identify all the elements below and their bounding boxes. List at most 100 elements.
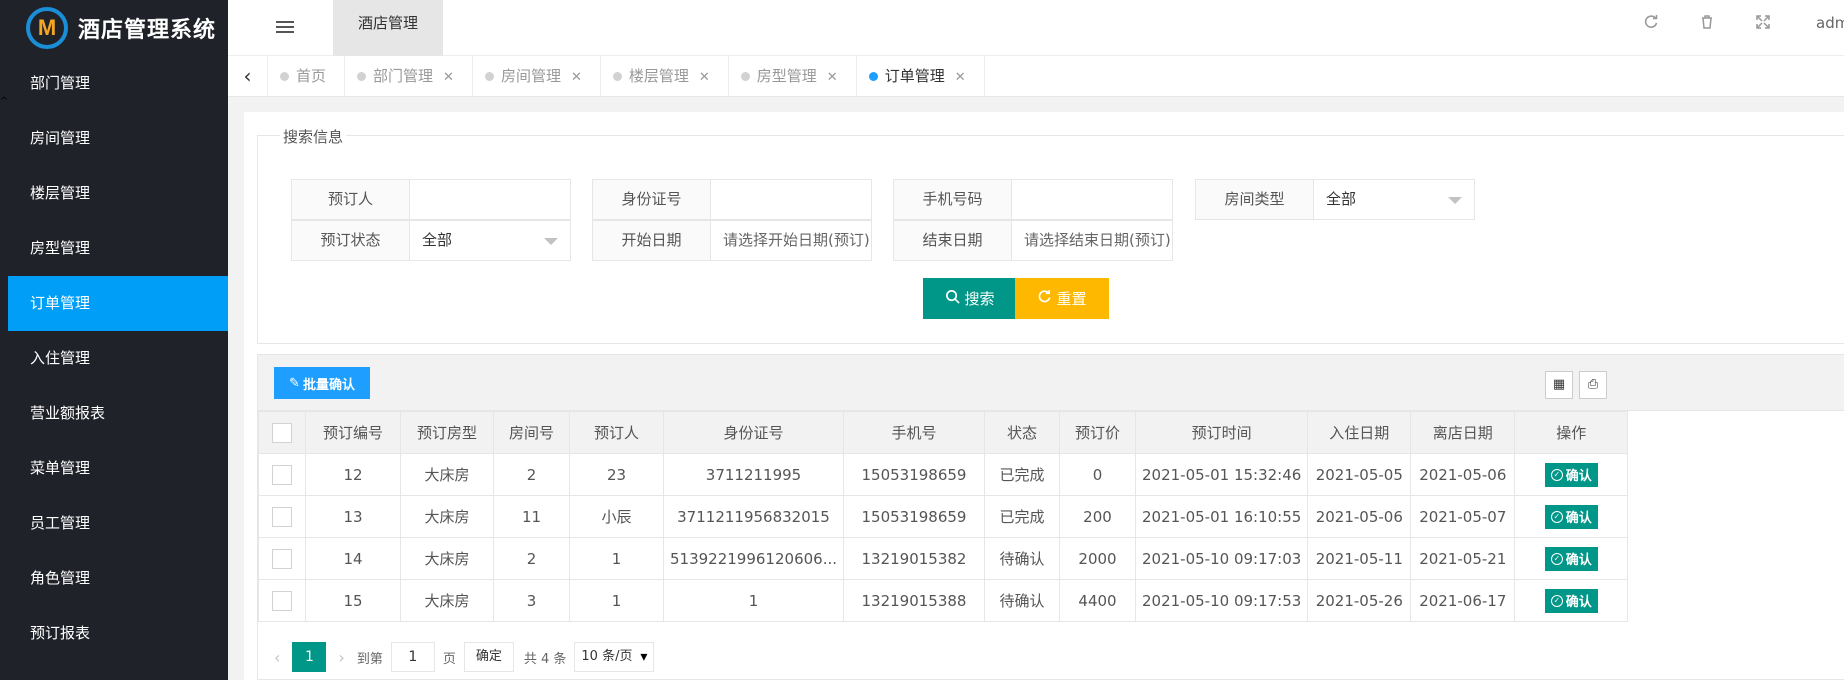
sidebar-item[interactable]: 房型管理 [8, 221, 228, 276]
table-row[interactable]: 15 大床房 3 1 1 13219015388 待确认 4400 2021-05-10 09:… [258, 579, 1629, 622]
table-cell: 2000 [1059, 537, 1136, 580]
id-card-label: 身份证号 [593, 180, 711, 219]
close-icon[interactable]: ✕ [955, 70, 966, 85]
confirm-order-button[interactable]: ✓ 确认 [1544, 546, 1598, 571]
status-field: 预订状态 全部 [291, 220, 571, 261]
phone-label: 手机号码 [894, 180, 1012, 219]
tab[interactable]: 首页 [268, 56, 346, 96]
phone-input[interactable] [1012, 180, 1172, 219]
col-header[interactable]: 手机号 [843, 411, 985, 454]
sidebar-item[interactable]: 菜单管理 [8, 441, 228, 496]
app-logo[interactable]: M 酒店管理系统 [8, 0, 228, 56]
col-header[interactable]: 预订编号 [305, 411, 401, 454]
goto-page-input[interactable]: 1 [390, 642, 435, 672]
close-icon[interactable]: ✕ [827, 70, 838, 85]
start-date-label: 开始日期 [593, 221, 711, 260]
tab[interactable]: 订单管理 ✕ [857, 56, 985, 96]
search-button[interactable]: 搜索 [923, 278, 1017, 319]
end-date-input[interactable]: 请选择结束日期(预订) [1012, 221, 1172, 260]
next-page-icon[interactable]: › [338, 648, 344, 667]
row-checkbox[interactable] [272, 590, 292, 611]
col-header[interactable]: 离店日期 [1410, 411, 1516, 454]
col-header[interactable]: 预订价 [1059, 411, 1136, 454]
user-name[interactable]: adm [1816, 14, 1844, 32]
sidebar-item[interactable]: 订单管理 [8, 276, 228, 331]
sidebar-item[interactable]: 角色管理 [8, 551, 228, 606]
row-checkbox[interactable] [272, 464, 292, 485]
menu-toggle-icon[interactable] [276, 18, 294, 36]
logo-icon: M [26, 7, 68, 49]
table-row[interactable]: 12 大床房 2 23 3711211995 15053198659 已完成 0 2021-05… [258, 453, 1629, 496]
tab-label: 订单管理 [884, 67, 945, 85]
close-icon[interactable]: ✕ [443, 70, 454, 85]
row-select-cell [258, 537, 306, 580]
tab[interactable]: 部门管理 ✕ [345, 56, 473, 96]
room-type-select[interactable]: 全部 [1314, 180, 1474, 219]
table-cell: 0 [1059, 453, 1136, 496]
select-all-cell [258, 411, 306, 454]
confirm-label: 确认 [1565, 511, 1592, 526]
id-card-input[interactable] [711, 180, 871, 219]
col-header[interactable]: 入住日期 [1307, 411, 1412, 454]
fullscreen-icon[interactable] [1754, 14, 1772, 32]
page-size-select[interactable]: 10 条/页 [574, 642, 655, 672]
tab-dot-icon [357, 72, 367, 81]
search-legend: 搜索信息 [280, 126, 347, 147]
table-cell: 3711211995 [663, 453, 844, 496]
table-cell: 15053198659 [843, 495, 985, 538]
table-cell: 2021-05-01 15:32:46 [1134, 453, 1309, 496]
status-value: 全部 [422, 231, 453, 249]
sidebar-item[interactable]: 预订报表 [8, 606, 228, 661]
col-header[interactable]: 房间号 [493, 411, 570, 454]
table-cell: 13219015382 [843, 537, 985, 580]
table-row[interactable]: 13 大床房 11 小辰 3711211956832015 15053198659 已完成 2… [258, 495, 1629, 538]
status-select[interactable]: 全部 [410, 221, 570, 260]
refresh-icon[interactable] [1642, 14, 1660, 32]
col-header[interactable]: 状态 [984, 411, 1060, 454]
start-date-input[interactable]: 请选择开始日期(预订) [711, 221, 871, 260]
col-header[interactable]: 预订房型 [400, 411, 494, 454]
tab[interactable]: 房型管理 ✕ [729, 56, 857, 96]
close-icon[interactable]: ✕ [699, 70, 710, 85]
confirm-order-button[interactable]: ✓ 确认 [1544, 588, 1598, 613]
table-cell: 小辰 [569, 495, 664, 538]
sidebar-item[interactable]: 部门管理 [8, 56, 228, 111]
col-header[interactable]: 预订时间 [1134, 411, 1309, 454]
table-row[interactable]: 14 大床房 2 1 5139221996120606... 13219015382 待确认… [258, 537, 1629, 580]
print-icon[interactable]: ⎙ [1579, 371, 1607, 399]
sidebar-item[interactable]: 营业额报表 [8, 386, 228, 441]
col-header[interactable]: 身份证号 [663, 411, 844, 454]
close-icon[interactable]: ✕ [571, 70, 582, 85]
reset-button[interactable]: 重置 [1015, 278, 1109, 319]
batch-confirm-button[interactable]: ✎ 批量确认 [274, 367, 370, 399]
tab[interactable]: 房间管理 ✕ [473, 56, 601, 96]
status-label: 预订状态 [292, 221, 410, 260]
table-cell: 15 [305, 579, 401, 622]
confirm-order-button[interactable]: ✓ 确认 [1544, 462, 1598, 487]
tab-list: 首页 部门管理 ✕ 房间管理 ✕ 楼层管理 ✕ 房型管理 ✕ 订单管理 ✕ [268, 56, 985, 96]
sidebar-item[interactable]: 入住管理 [8, 331, 228, 386]
row-checkbox[interactable] [272, 506, 292, 527]
row-checkbox[interactable] [272, 548, 292, 569]
goto-confirm-button[interactable]: 确定 [463, 642, 514, 672]
header-tab-hotel[interactable]: 酒店管理 [333, 0, 443, 56]
trash-icon[interactable] [1698, 14, 1716, 32]
current-page[interactable]: 1 [292, 642, 327, 672]
sidebar-item[interactable]: 楼层管理 [8, 166, 228, 221]
booker-input[interactable] [410, 180, 570, 219]
sidebar-item[interactable]: 房间管理 [8, 111, 228, 166]
end-date-field: 结束日期 请选择结束日期(预订) [893, 220, 1173, 261]
tab-scroll-left-icon[interactable]: ‹ [228, 56, 268, 96]
prev-page-icon[interactable]: ‹ [274, 648, 280, 667]
sidebar-item[interactable]: 员工管理 [8, 496, 228, 551]
confirm-order-button[interactable]: ✓ 确认 [1544, 504, 1598, 529]
col-header[interactable]: 预订人 [569, 411, 664, 454]
tab[interactable]: 楼层管理 ✕ [601, 56, 729, 96]
table-cell: 大床房 [400, 495, 494, 538]
tab-label: 房型管理 [756, 67, 817, 85]
select-all-checkbox[interactable] [272, 422, 292, 443]
booker-label: 预订人 [292, 180, 410, 219]
table-cell: 2021-06-17 [1410, 579, 1516, 622]
room-type-field: 房间类型 全部 [1195, 179, 1475, 220]
columns-filter-icon[interactable]: ▦ [1545, 371, 1573, 399]
